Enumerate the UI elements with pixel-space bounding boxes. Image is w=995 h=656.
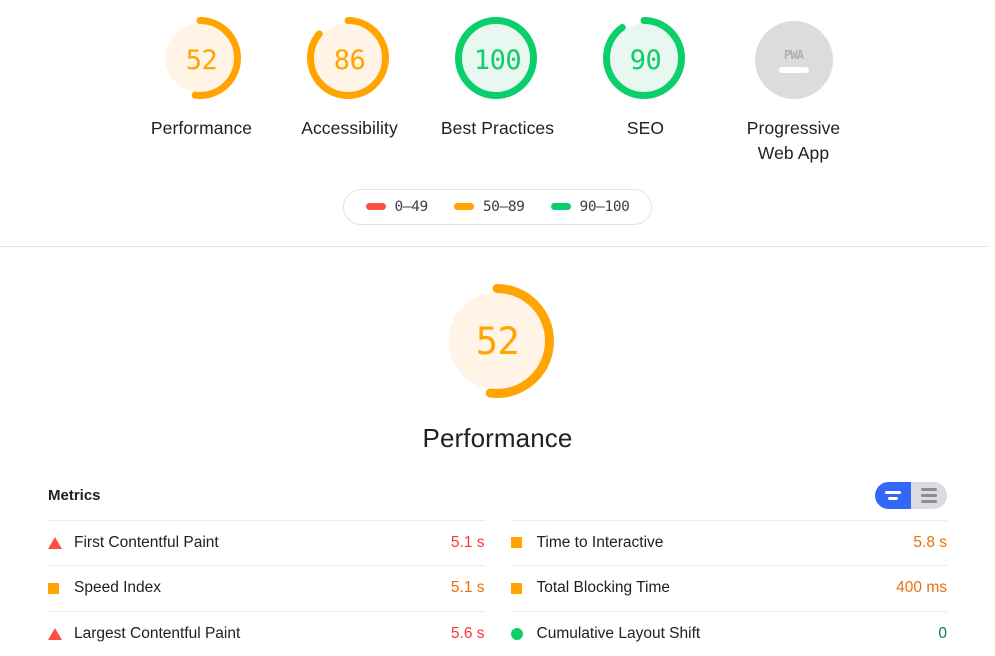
toggle-bar xyxy=(921,493,937,497)
metric-row[interactable]: Time to Interactive 5.8 s xyxy=(510,519,947,566)
metric-row[interactable]: First Contentful Paint 5.1 s xyxy=(48,519,485,566)
legend-item-fail: 0–49 xyxy=(365,198,429,215)
metric-rating-icon xyxy=(48,536,74,549)
metrics-column-left: First Contentful Paint 5.1 s Speed Index 5.… xyxy=(48,519,485,656)
gauge-score-value: 86 xyxy=(333,44,366,76)
average-square-icon xyxy=(510,582,522,594)
legend-color-swatch xyxy=(365,203,386,211)
gauge-progressive-web-app[interactable]: PWA Progressive Web App xyxy=(720,16,868,167)
metric-value: 0 xyxy=(938,625,947,643)
gauge-dial: 90 xyxy=(602,16,690,104)
metric-rating-icon xyxy=(48,628,74,641)
filmstrip-view-icon[interactable] xyxy=(875,481,911,509)
gauge-accessibility[interactable]: 86 Accessibility xyxy=(276,16,424,141)
metric-value: 5.1 s xyxy=(450,579,485,597)
toggle-bar xyxy=(921,487,937,491)
category-title: Performance xyxy=(422,422,573,453)
metric-row[interactable]: Total Blocking Time 400 ms xyxy=(510,566,947,612)
toggle-bar xyxy=(885,490,901,494)
metric-row[interactable]: Speed Index 5.1 s xyxy=(48,566,485,612)
metric-name: First Contentful Paint xyxy=(74,533,219,551)
gauge-score-value: 90 xyxy=(629,44,662,76)
legend-range-label: 50–89 xyxy=(482,198,525,215)
metric-rating-icon xyxy=(48,582,74,594)
performance-score-value: 52 xyxy=(475,320,520,364)
metrics-heading: Metrics xyxy=(48,486,101,504)
legend-color-swatch xyxy=(453,203,474,211)
metric-value: 5.8 s xyxy=(913,533,947,551)
metrics-header: Metrics xyxy=(0,481,995,509)
legend-color-swatch xyxy=(550,203,571,211)
gauge-label: Performance xyxy=(150,118,253,138)
gauge-dial: 100 xyxy=(454,16,542,104)
metric-name: Cumulative Layout Shift xyxy=(536,625,701,643)
legend-range-label: 90–100 xyxy=(579,198,630,215)
performance-score-gauge: 52 xyxy=(439,283,557,401)
metric-rating-icon xyxy=(510,582,537,594)
toggle-bar xyxy=(888,496,898,500)
gauge-score-value: 52 xyxy=(185,44,218,76)
lighthouse-report: 52 Performance 86 Accessibility 100 Best Pr… xyxy=(0,0,995,656)
gauge-seo[interactable]: 90 SEO xyxy=(572,16,720,141)
metrics-grid: First Contentful Paint 5.1 s Speed Index 5.… xyxy=(0,519,995,656)
metric-value: 5.1 s xyxy=(450,533,485,551)
fail-triangle-icon xyxy=(48,628,62,641)
gauge-label: Best Practices xyxy=(440,118,555,138)
gauge-dial: 52 xyxy=(158,16,246,104)
pwa-label: PWA xyxy=(783,47,804,62)
metric-name: Largest Contentful Paint xyxy=(74,625,241,643)
metric-value: 5.6 s xyxy=(450,625,485,643)
metric-rating-icon xyxy=(510,537,537,549)
metric-row[interactable]: Largest Contentful Paint 5.6 s xyxy=(48,612,485,656)
pass-circle-icon xyxy=(510,628,523,641)
gauge-score-value: 100 xyxy=(473,44,522,76)
metric-name: Time to Interactive xyxy=(536,533,664,551)
gauge-label: Accessibility xyxy=(301,118,398,138)
gauge-label: SEO xyxy=(626,118,665,138)
metric-rating-icon xyxy=(510,628,537,641)
metric-name: Speed Index xyxy=(74,579,162,597)
metrics-column-right: Time to Interactive 5.8 s Total Blocking T… xyxy=(510,519,947,656)
metric-value: 400 ms xyxy=(896,579,947,597)
legend-item-pass: 90–100 xyxy=(550,198,630,215)
metric-row[interactable]: Cumulative Layout Shift 0 xyxy=(510,612,947,656)
category-score-gauges: 52 Performance 86 Accessibility 100 Best Pr… xyxy=(0,0,995,167)
gauge-dial: PWA xyxy=(750,16,838,104)
gauge-label: Progressive Web App xyxy=(746,118,841,164)
legend-item-average: 50–89 xyxy=(453,198,525,215)
score-scale-legend: 0–49 50–89 90–100 xyxy=(342,188,653,225)
legend-range-label: 0–49 xyxy=(394,198,429,215)
gauge-best-practices[interactable]: 100 Best Practices xyxy=(424,16,572,141)
list-view-icon[interactable] xyxy=(911,481,947,509)
average-square-icon xyxy=(510,537,522,549)
pwa-dash-icon xyxy=(778,66,809,73)
gauge-dial: 86 xyxy=(306,16,394,104)
score-legend-row: 0–49 50–89 90–100 xyxy=(0,188,995,225)
metric-name: Total Blocking Time xyxy=(536,579,671,597)
toggle-bar xyxy=(921,499,937,503)
gauge-performance[interactable]: 52 Performance xyxy=(128,16,276,141)
metrics-view-toggle[interactable] xyxy=(875,481,947,509)
fail-triangle-icon xyxy=(48,536,62,549)
average-square-icon xyxy=(48,582,59,594)
pwa-badge: PWA xyxy=(754,21,833,99)
category-header: 52 Performance xyxy=(0,247,995,454)
